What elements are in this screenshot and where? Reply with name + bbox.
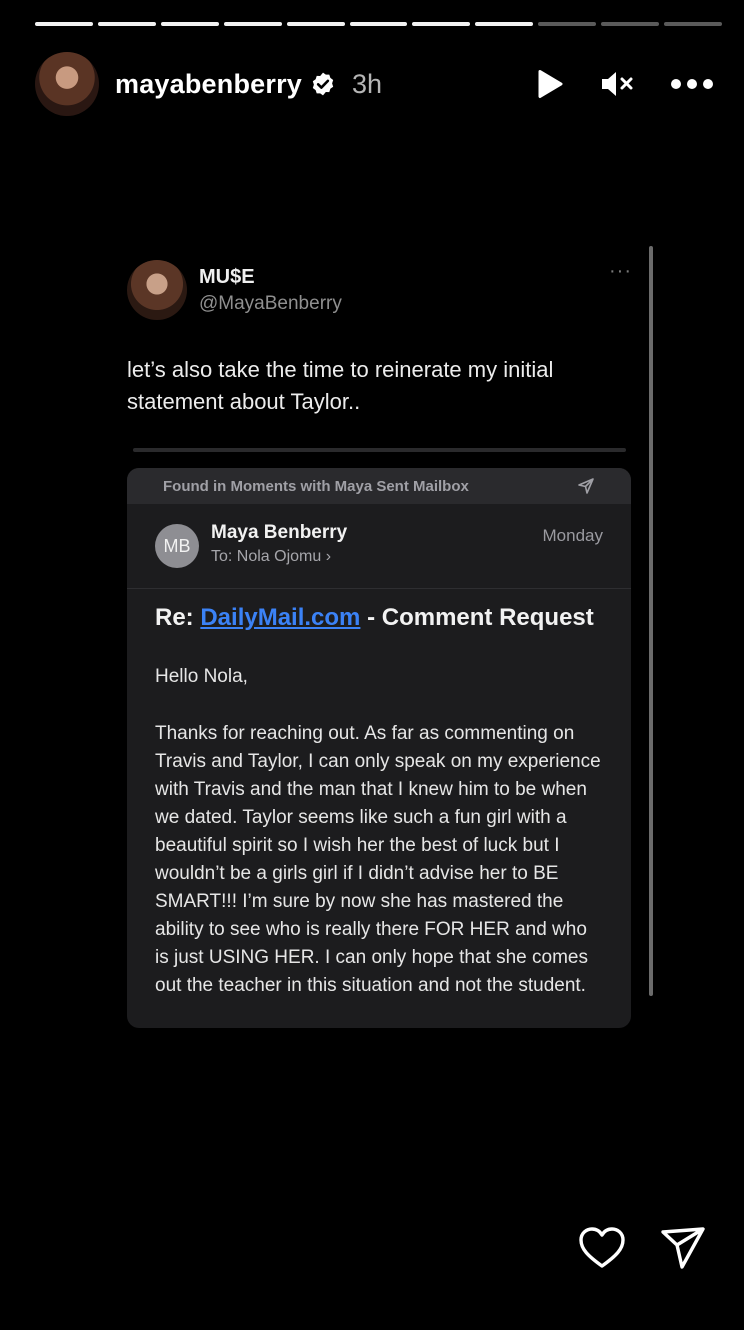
email-greeting: Hello Nola,: [155, 666, 248, 687]
progress-segment: [475, 22, 534, 26]
progress-segment: [349, 22, 408, 26]
username[interactable]: mayabenberry: [115, 69, 302, 100]
send-arrow-icon: [578, 478, 594, 494]
progress-segment: [412, 22, 471, 26]
tweet-more-icon: ···: [609, 260, 632, 282]
email-subject: Re: DailyMail.com - Comment Request: [155, 601, 603, 634]
to-label: To:: [211, 548, 233, 565]
muted-speaker-icon[interactable]: [600, 69, 634, 99]
progress-segment: [160, 22, 219, 26]
progress-segment: [664, 22, 722, 26]
sender-avatar: MB: [155, 524, 199, 568]
profile-avatar[interactable]: [35, 52, 99, 116]
subject-link: DailyMail.com: [200, 604, 361, 631]
found-in-text: Found in Moments with Maya Sent Mailbox: [163, 477, 469, 495]
tweet-avatar: [127, 260, 187, 320]
subject-suffix: - Comment Request: [360, 604, 594, 631]
post-time: 3h: [352, 68, 383, 99]
story-progress-bar: [35, 22, 722, 26]
email-paragraph: Thanks for reaching out. As far as comme…: [155, 723, 601, 996]
subject-prefix: Re:: [155, 604, 201, 631]
sender-name: Maya Benberry: [211, 522, 348, 543]
progress-segment: [538, 22, 597, 26]
send-icon[interactable]: [660, 1226, 706, 1275]
progress-segment: [286, 22, 345, 26]
tweet-display-name: MU$E: [199, 265, 255, 288]
divider: [133, 448, 626, 452]
recipient-name: Nola Ojomu: [236, 548, 322, 565]
play-icon[interactable]: [536, 69, 564, 99]
tweet-text: let’s also take the time to reinerate my…: [127, 357, 554, 414]
more-options-icon[interactable]: [670, 78, 714, 90]
progress-segment: [601, 22, 660, 26]
email-card: Found in Moments with Maya Sent Mailbox …: [127, 468, 631, 1028]
tweet-author: MU$E @MayaBenberry ···: [127, 260, 632, 320]
progress-segment: [223, 22, 282, 26]
progress-segment: [35, 22, 93, 26]
story-footer: [578, 1226, 706, 1275]
email-body: Re: DailyMail.com - Comment Request Hell…: [127, 589, 631, 1028]
email-header: MB Maya Benberry To: Nola Ojomu › Monday: [127, 504, 631, 589]
tweet-screenshot: MU$E @MayaBenberry ··· let’s also take t…: [127, 246, 632, 1028]
recipient-line: To: Nola Ojomu ›: [211, 548, 347, 566]
chevron-right-icon: ›: [325, 548, 332, 565]
progress-segment: [97, 22, 156, 26]
mailbox-banner: Found in Moments with Maya Sent Mailbox: [127, 468, 631, 504]
heart-icon[interactable]: [578, 1226, 626, 1275]
verified-badge-icon: [312, 72, 334, 96]
post-scrollbar[interactable]: [649, 246, 653, 996]
email-date: Monday: [542, 526, 603, 545]
story-header: mayabenberry 3h: [35, 52, 714, 116]
tweet-handle: @MayaBenberry: [199, 292, 342, 314]
